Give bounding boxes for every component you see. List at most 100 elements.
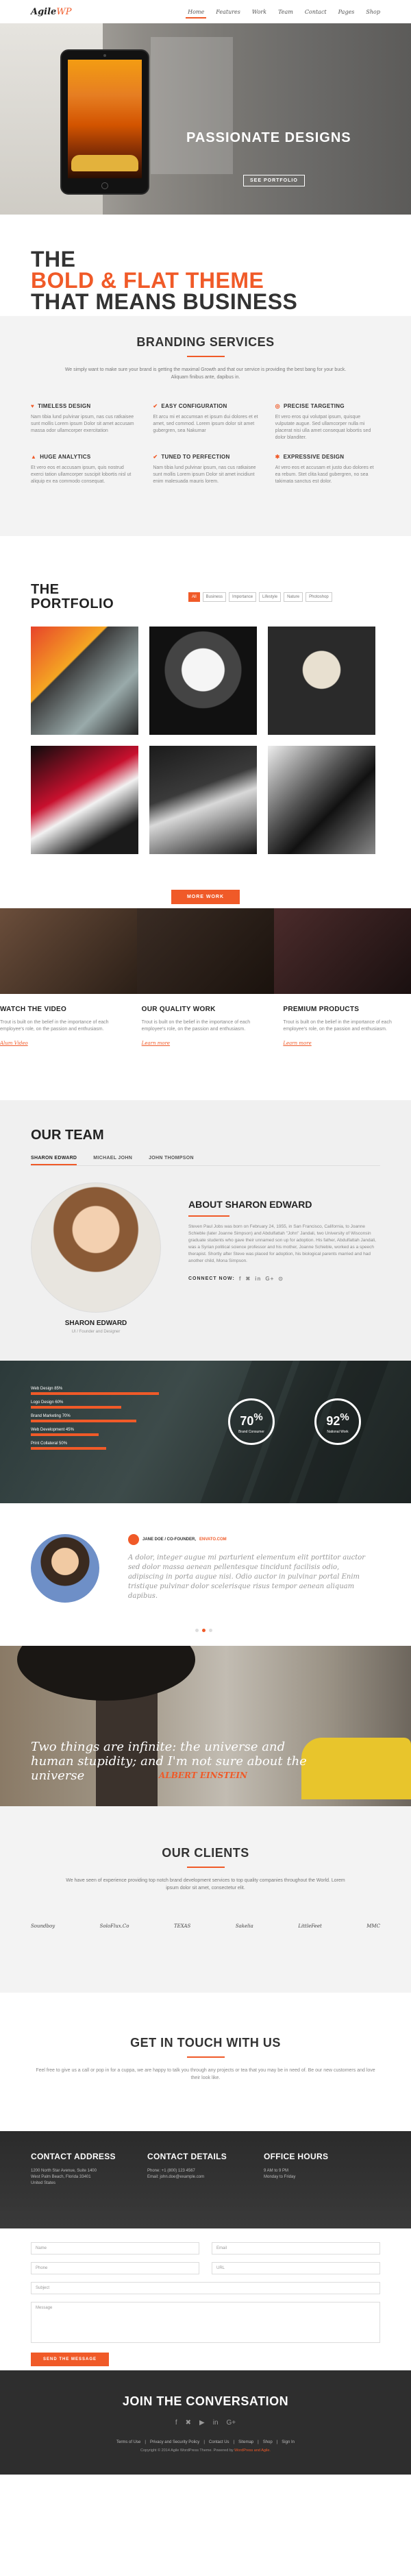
footer-social-icon[interactable]: G+	[227, 2419, 236, 2427]
car-image	[71, 155, 138, 171]
send-message-button[interactable]: SEND THE MESSAGE	[31, 2353, 110, 2366]
team-member-photo	[31, 1182, 161, 1313]
media-tile[interactable]	[137, 908, 274, 994]
portfolio-item[interactable]	[31, 627, 138, 735]
portfolio-title-line-1: THE	[31, 582, 60, 597]
footer-link[interactable]: Contact Us	[209, 2440, 229, 2444]
email-field[interactable]: Email	[212, 2242, 380, 2255]
skill-label: Brand Marketing 70%	[31, 1414, 71, 1418]
portfolio-item[interactable]	[268, 627, 375, 735]
quote-section: Two things are infinite: the universe an…	[0, 1646, 411, 1806]
tablet-image	[60, 49, 149, 195]
footer-separator: |	[145, 2440, 146, 2444]
client-logo[interactable]: Soundboy	[31, 1923, 55, 1929]
more-work-button[interactable]: MORE WORK	[171, 890, 240, 904]
social-icon[interactable]: G+	[265, 1276, 274, 1282]
media-column-link[interactable]: Learn more	[283, 1041, 397, 1046]
footer-link[interactable]: Sign In	[282, 2440, 295, 2444]
pager-dot[interactable]	[195, 1629, 199, 1632]
footer-link[interactable]: Sitemap	[238, 2440, 253, 2444]
connect-row: CONNECT NOW: f ✖ in G+ ⊙	[188, 1276, 380, 1282]
feature-text: Et vero eros qui volutpat ipsum, quisque…	[275, 415, 371, 440]
main-menu: Home Features Work Team Contact Pages Shop	[186, 0, 380, 24]
portfolio-item[interactable]	[149, 627, 257, 735]
nav-item-team[interactable]: Team	[278, 0, 293, 24]
nav-item-shop[interactable]: Shop	[366, 0, 380, 24]
nav-item-features[interactable]: Features	[216, 0, 240, 24]
pager-dot[interactable]	[209, 1629, 212, 1632]
testimonial-company[interactable]: ENVATO.COM	[199, 1538, 227, 1542]
pager-dot-active[interactable]	[202, 1629, 206, 1632]
nav-item-home[interactable]: Home	[186, 0, 207, 24]
social-icon[interactable]: ⊙	[278, 1276, 284, 1282]
media-column-title: OUR QUALITY WORK	[141, 1006, 216, 1013]
copyright-link[interactable]: WordPress and Agile.	[234, 2449, 271, 2453]
client-logo[interactable]: SoloFlux.Co	[100, 1923, 129, 1929]
media-column-link[interactable]: Alum Video	[0, 1041, 114, 1046]
branding-section: BRANDING SERVICES We simply want to make…	[0, 316, 411, 536]
portfolio-item[interactable]	[31, 746, 138, 854]
tab-sharon-edward[interactable]: SHARON EDWARD	[31, 1156, 77, 1165]
footer-social-icon[interactable]: in	[213, 2419, 219, 2427]
branding-text: We simply want to make sure your brand i…	[64, 367, 347, 380]
tagline-line-2: BOLD & FLAT THEME	[31, 268, 264, 293]
skill-circle-suffix: %	[340, 1411, 349, 1423]
client-logo[interactable]: MMC	[366, 1923, 380, 1929]
testimonial-photo	[31, 1534, 99, 1603]
footer-separator: |	[233, 2440, 235, 2444]
social-icon[interactable]: f	[239, 1276, 242, 1282]
filter-photoshop[interactable]: Photoshop	[306, 592, 332, 602]
portfolio-title: THE PORTFOLIO	[31, 583, 188, 611]
phone-field[interactable]: Phone	[31, 2262, 199, 2274]
nav-item-contact[interactable]: Contact	[305, 0, 327, 24]
contact-divider	[186, 2056, 225, 2058]
subject-field[interactable]: Subject	[31, 2282, 380, 2294]
social-icon[interactable]: in	[255, 1276, 261, 1282]
contact-info: CONTACT ADDRESS 1200 North Star Avenue, S…	[0, 2131, 411, 2228]
nav-item-pages[interactable]: Pages	[338, 0, 355, 24]
footer-social-icon[interactable]: ✖	[186, 2419, 191, 2427]
quote-author: ALBERT EINSTEIN	[159, 1771, 247, 1780]
filter-nature[interactable]: Nature	[284, 592, 303, 602]
client-logo[interactable]: TEXAS	[174, 1923, 190, 1929]
site-logo[interactable]: AgileWP	[31, 7, 71, 17]
feature-text: Nam tibia lund pulvinar ipsum, nas cus r…	[153, 465, 256, 484]
media-tile[interactable]	[0, 908, 137, 994]
social-icon[interactable]: ✖	[246, 1276, 251, 1282]
tab-michael-john[interactable]: MICHAEL JOHN	[93, 1156, 132, 1165]
skill-circle-label: National Work	[327, 1430, 349, 1434]
contact-form: Name Email Phone URL Subject Message SEND …	[0, 2228, 411, 2370]
nav-item-work[interactable]: Work	[252, 0, 266, 24]
footer-social-icon[interactable]: f	[175, 2419, 177, 2427]
footer-link[interactable]: Privacy and Security Policy	[150, 2440, 199, 2444]
form-row: Phone URL	[31, 2262, 380, 2274]
filter-business[interactable]: Business	[202, 592, 227, 602]
url-field[interactable]: URL	[212, 2262, 380, 2274]
hero-title: PASSIONATE DESIGNS	[186, 130, 351, 145]
see-portfolio-button[interactable]: SEE PORTFOLIO	[243, 175, 305, 186]
name-field[interactable]: Name	[31, 2242, 199, 2255]
testimonial-author-name: JANE DOE / CO-FOUNDER,	[142, 1538, 197, 1542]
footer-social-icon[interactable]: ▶	[199, 2419, 205, 2427]
feature-title: ✔ EASY CONFIGURATION	[153, 403, 258, 409]
filter-importance[interactable]: Importance	[229, 592, 257, 602]
message-field[interactable]: Message	[31, 2302, 380, 2343]
portfolio-item[interactable]	[268, 746, 375, 854]
footer-link[interactable]: Terms of Use	[116, 2440, 140, 2444]
portfolio-item[interactable]	[149, 746, 257, 854]
footer-link[interactable]: Shop	[263, 2440, 273, 2444]
about-title: ABOUT SHARON EDWARD	[188, 1199, 312, 1210]
skill-bar: Brand Marketing 70%	[31, 1414, 182, 1422]
filter-lifestyle[interactable]: Lifestyle	[259, 592, 282, 602]
filter-all[interactable]: All	[188, 592, 200, 602]
media-column-link[interactable]: Learn more	[142, 1041, 256, 1046]
skill-label: Web Development 45%	[31, 1428, 74, 1432]
skill-circle-suffix: %	[253, 1411, 263, 1423]
client-logo[interactable]: Sakelia	[236, 1923, 253, 1929]
feature-title-text: TUNED TO PERFECTION	[161, 454, 230, 460]
client-logo[interactable]: LittleFeet	[298, 1923, 321, 1929]
branding-title: BRANDING SERVICES	[136, 335, 275, 349]
tab-john-thompson[interactable]: JOHN THOMPSON	[149, 1156, 194, 1165]
media-tile[interactable]	[274, 908, 411, 994]
footer-links: Terms of Use | Privacy and Security Policy…	[0, 2440, 411, 2444]
